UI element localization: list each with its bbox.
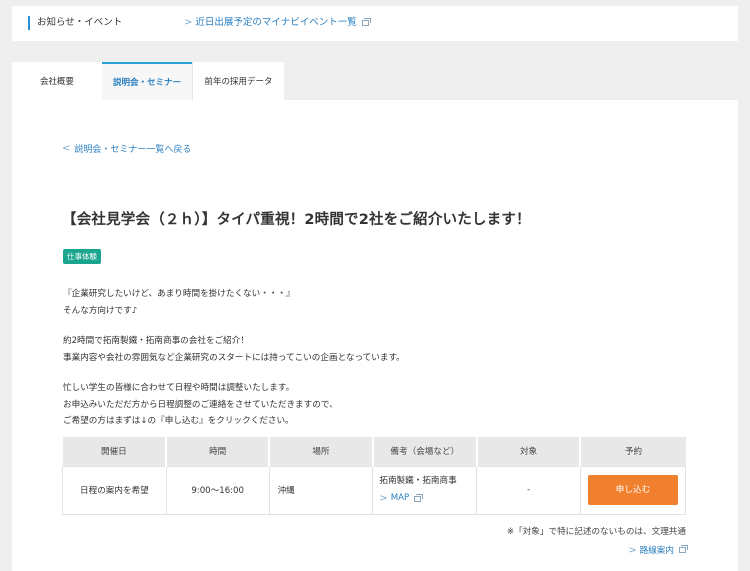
header-date: 開催日 [62,437,168,466]
external-link-icon [361,18,371,26]
header-time: 時間 [166,437,271,466]
header-reservation: 予約 [580,437,686,466]
table-header-row: 開催日 時間 場所 備考（会場など） 対象 予約 [62,437,686,466]
description-line: 『企業研究したいけど、あまり時間を掛けたくない・・・』 [63,289,295,299]
cell-place: 沖縄 [268,465,374,515]
schedule-table: 開催日 時間 場所 備考（会場など） 対象 予約 日程の案内を希望 9:00〜1… [62,437,687,515]
chevron-right-icon: > [628,544,637,556]
upcoming-events-link[interactable]: > 近日出展予定のマイナビイベント一覧 [184,16,371,30]
header-place: 場所 [269,437,374,466]
cell-note: 拓南製鐵・拓南商事 > MAP [372,465,478,515]
header-target: 対象 [476,437,582,466]
notice-accent-bar [28,16,30,30]
header-note: 備考（会場など） [372,437,478,466]
access-guide-text: 路線案内 [639,546,674,556]
map-link-text: MAP [390,493,410,503]
tab-bar: 会社概要 説明会・セミナー 前年の採用データ [12,62,284,100]
table-row: 日程の案内を希望 9:00〜16:00 沖縄 拓南製鐵・拓南商事 > MAP -… [62,465,687,515]
map-link[interactable]: > MAP [379,490,476,507]
notice-label: お知らせ・イベント [37,17,123,28]
chevron-left-icon: < [62,143,71,154]
tab-company-overview[interactable]: 会社概要 [12,62,102,100]
external-link-icon [679,545,688,553]
access-guide-link[interactable]: > 路線案内 [628,544,688,556]
notice-bar: お知らせ・イベント > 近日出展予定のマイナビイベント一覧 [12,6,738,41]
target-footnote: ※「対象」で特に記述のないものは、文理共通 [506,527,686,537]
chevron-right-icon: > [184,17,193,28]
description-line: 約2時間で拓南製鐵・拓南商事の会社をご紹介！ [63,336,249,346]
event-description: 『企業研究したいけど、あまり時間を掛けたくない・・・』 そんな方向けです♪ 約2… [63,286,405,430]
main-panel: < 説明会・セミナー一覧へ戻る 【会社見学会（２ｈ）】タイパ重視！2時間で2社を… [12,100,738,571]
page-title: 【会社見学会（２ｈ）】タイパ重視！2時間で2社をご紹介いたします！ [62,212,531,228]
cell-target: - [476,465,581,515]
description-line: お申込みいただだ方から日程調整のご連絡をさせていただきますので、 [63,399,338,410]
category-badge: 仕事体験 [63,249,101,264]
tab-recruit-data[interactable]: 前年の採用データ [192,62,284,100]
upcoming-events-link-text: 近日出展予定のマイナビイベント一覧 [195,17,357,28]
description-line: ご希望の方はまずは↓の『申し込む』をクリックください。 [63,416,294,426]
venue-name: 拓南製鐵・拓南商事 [379,476,457,486]
tab-seminars[interactable]: 説明会・セミナー [102,62,192,100]
external-link-icon [414,493,424,502]
description-line: そんな方向けです♪ [63,305,138,316]
chevron-right-icon: > [379,493,388,504]
cell-time: 9:00〜16:00 [165,465,270,515]
apply-button[interactable]: 申し込む [587,475,678,505]
cell-reservation: 申し込む [579,465,687,515]
description-line: 忙しい学生の皆様に合わせて日程や時間は調整いたします。 [63,383,295,393]
cell-date: 日程の案内を希望 [62,465,167,515]
back-link-text: 説明会・セミナー一覧へ戻る [74,145,192,155]
description-line: 事業内容や会社の雰囲気など企業研究のスタートには持ってこいの企画となっています。 [63,352,405,363]
back-to-seminar-list-link[interactable]: < 説明会・セミナー一覧へ戻る [62,142,191,155]
